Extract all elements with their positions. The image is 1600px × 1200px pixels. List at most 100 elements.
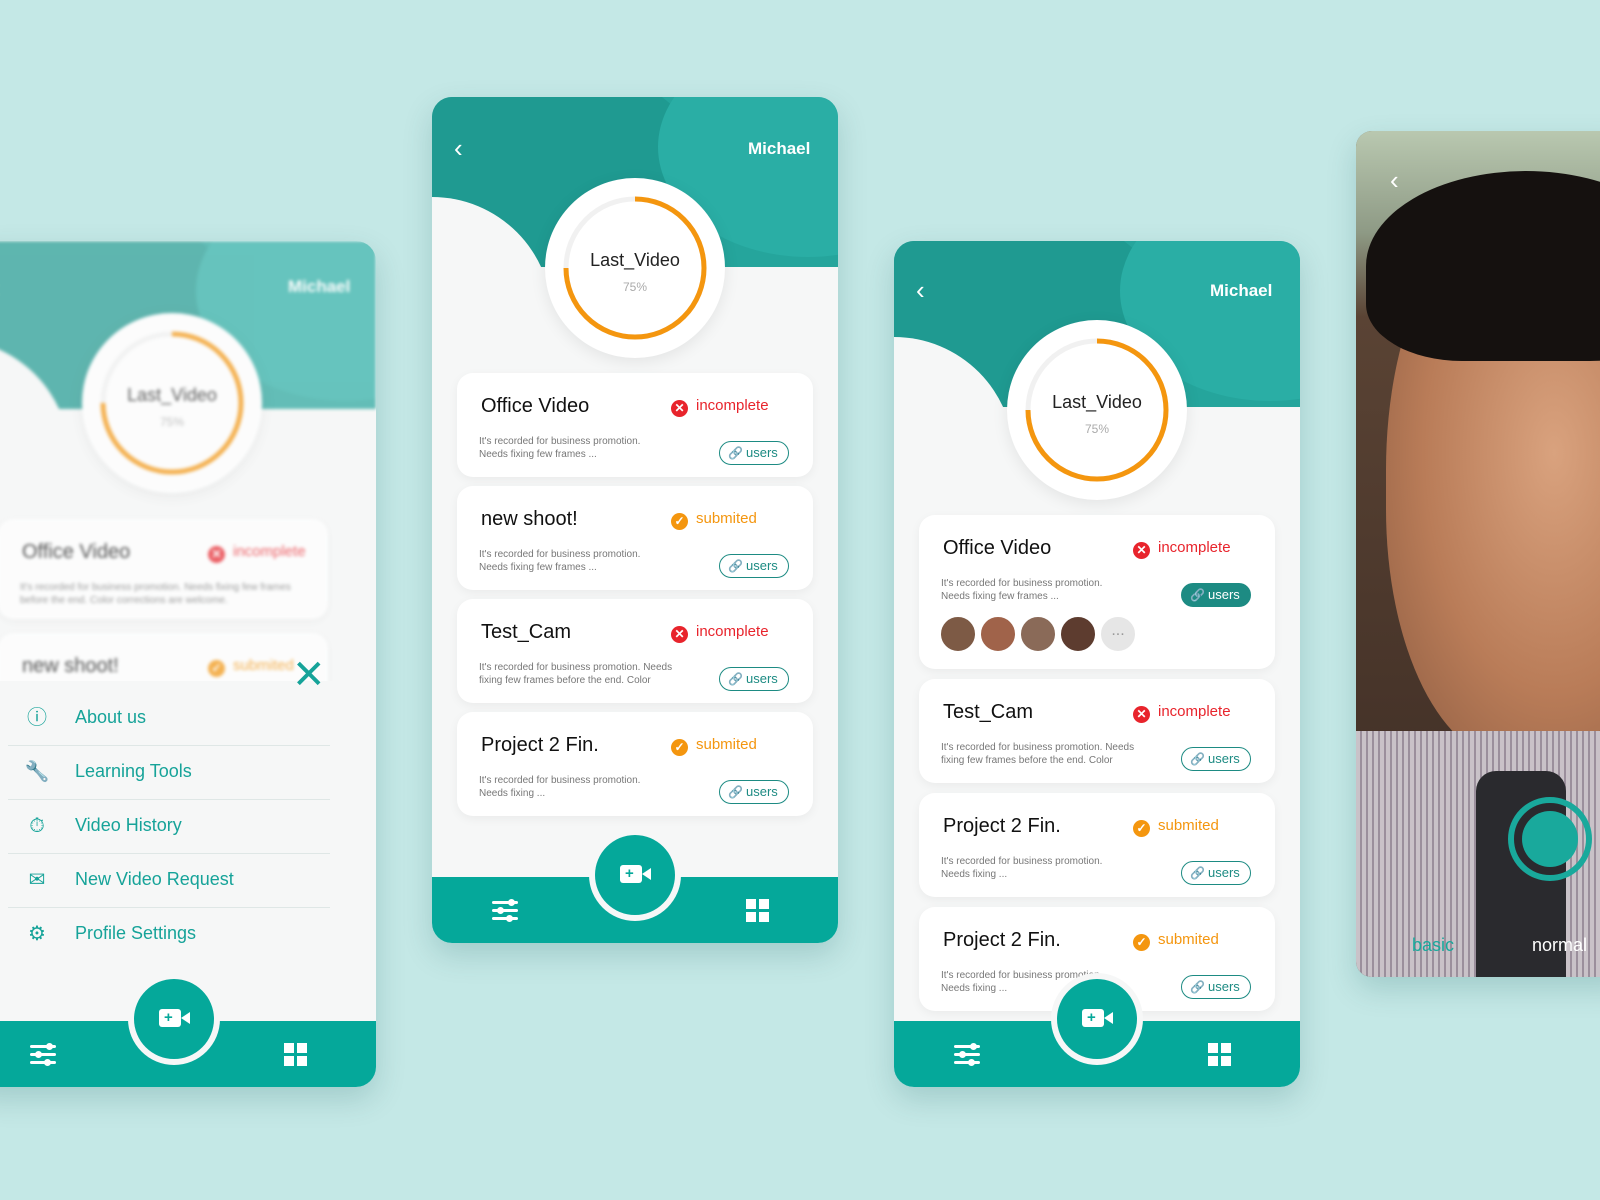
mode-option-normal[interactable]: normal bbox=[1532, 935, 1587, 956]
menu-item-label: Video History bbox=[75, 815, 182, 835]
sliders-icon[interactable] bbox=[492, 899, 518, 922]
link-icon: 🔗 bbox=[728, 672, 743, 686]
card-status: ✓ submited bbox=[671, 510, 757, 530]
video-card[interactable]: Office Video ✕ incomplete It's recorded f… bbox=[457, 373, 813, 477]
user-name: Michael bbox=[1210, 281, 1273, 300]
users-button[interactable]: 🔗 users bbox=[719, 667, 789, 691]
link-icon: 🔗 bbox=[1190, 980, 1205, 994]
gear-icon: ⚙ bbox=[28, 923, 46, 945]
card-description: It's recorded for business promotion. Ne… bbox=[479, 662, 673, 686]
more-avatars-button[interactable]: ... bbox=[1099, 615, 1137, 653]
avatar[interactable] bbox=[1059, 615, 1097, 653]
card-status: ✕ incomplete bbox=[1133, 539, 1231, 559]
last-video-percent: 75% bbox=[1084, 422, 1110, 436]
video-card[interactable]: Office Video ✕ incomplete It's recorded f… bbox=[0, 519, 328, 619]
record-button-wrap: + bbox=[589, 829, 681, 921]
card-status: ✓ submited bbox=[671, 736, 757, 756]
check-circle-icon: ✓ bbox=[1133, 934, 1150, 951]
check-circle-icon: ✓ bbox=[208, 660, 225, 677]
user-name: Michael bbox=[288, 277, 351, 296]
avatar[interactable] bbox=[979, 615, 1017, 653]
record-button[interactable]: + bbox=[1057, 979, 1137, 1059]
card-description: It's recorded for business promotion. Nee… bbox=[479, 775, 641, 799]
video-camera-plus-icon: + bbox=[1082, 1009, 1113, 1027]
users-button[interactable]: 🔗 users bbox=[1181, 747, 1251, 771]
shutter-button[interactable] bbox=[1508, 797, 1592, 881]
video-camera-plus-icon: + bbox=[159, 1009, 190, 1027]
card-title: Test_Cam bbox=[943, 701, 1034, 723]
users-button[interactable]: 🔗 users bbox=[719, 780, 789, 804]
screen-video-list: ‹ Michael Last_Video 75% Office Video ✕ i… bbox=[432, 97, 838, 943]
link-icon: 🔗 bbox=[728, 446, 743, 460]
record-button[interactable]: + bbox=[134, 979, 214, 1059]
last-video-progress: Last_Video 75% bbox=[82, 313, 262, 493]
last-video-title: Last_Video bbox=[590, 250, 680, 270]
link-icon: 🔗 bbox=[1190, 588, 1205, 602]
side-menu: ✕ ⓘ About us 🔧 Learning Tools ⏱ Video Hi… bbox=[0, 655, 376, 1001]
card-status: ✓ submited bbox=[1133, 817, 1219, 837]
menu-item-label: New Video Request bbox=[75, 869, 234, 889]
video-camera-plus-icon: + bbox=[620, 865, 651, 883]
menu-item-about-us[interactable]: ⓘ About us bbox=[8, 693, 330, 746]
users-button[interactable]: 🔗 users bbox=[1181, 861, 1251, 885]
card-status: ✕ incomplete bbox=[671, 397, 769, 417]
avatar[interactable] bbox=[1019, 615, 1057, 653]
x-circle-icon: ✕ bbox=[1133, 706, 1150, 723]
card-status: ✓ submited bbox=[1133, 931, 1219, 951]
mail-icon: ✉ bbox=[28, 869, 46, 891]
menu-item-new-video-request[interactable]: ✉ New Video Request bbox=[8, 855, 330, 908]
users-button[interactable]: 🔗 users bbox=[1181, 975, 1251, 999]
stopwatch-icon: ⏱ bbox=[29, 815, 45, 837]
close-icon[interactable]: ✕ bbox=[292, 655, 326, 695]
screen-video-list-expanded: ‹ Michael Last_Video 75% Office Video ✕ i… bbox=[894, 241, 1300, 1087]
back-chevron-icon[interactable]: ‹ bbox=[916, 277, 925, 303]
card-status: ✓ submited bbox=[208, 657, 294, 677]
grid-icon[interactable] bbox=[284, 1043, 308, 1067]
card-title: new shoot! bbox=[481, 508, 578, 530]
card-description: It's recorded for business promotion. Ne… bbox=[941, 742, 1135, 766]
menu-item-profile-settings[interactable]: ⚙ Profile Settings bbox=[8, 909, 330, 961]
sliders-icon[interactable] bbox=[30, 1043, 56, 1066]
card-description: It's recorded for business promotion. Nee… bbox=[479, 549, 641, 573]
users-button-active[interactable]: 🔗 users bbox=[1181, 583, 1251, 607]
link-icon: 🔗 bbox=[1190, 752, 1205, 766]
screen-menu: ‹ Michael Last_Video 75% Office Video ✕i… bbox=[0, 241, 376, 1087]
info-icon: ⓘ bbox=[27, 707, 47, 729]
menu-item-learning-tools[interactable]: 🔧 Learning Tools bbox=[8, 747, 330, 800]
card-description: It's recorded for business promotion. Nee… bbox=[941, 856, 1103, 880]
users-button[interactable]: 🔗 users bbox=[719, 441, 789, 465]
menu-item-label: Learning Tools bbox=[75, 761, 192, 781]
record-button-wrap: + bbox=[128, 973, 220, 1065]
menu-item-video-history[interactable]: ⏱ Video History bbox=[8, 801, 330, 854]
grid-icon[interactable] bbox=[746, 899, 770, 923]
avatar[interactable] bbox=[939, 615, 977, 653]
video-card-expanded[interactable]: Office Video ✕ incomplete It's recorded f… bbox=[919, 515, 1275, 669]
link-icon: 🔗 bbox=[728, 785, 743, 799]
card-description: It's recorded for business promotion. Ne… bbox=[20, 582, 291, 606]
video-card[interactable]: Test_Cam ✕ incomplete It's recorded for b… bbox=[457, 599, 813, 703]
sliders-icon[interactable] bbox=[954, 1043, 980, 1066]
video-card[interactable]: Test_Cam ✕ incomplete It's recorded for b… bbox=[919, 679, 1275, 783]
check-circle-icon: ✓ bbox=[671, 513, 688, 530]
card-status: ✕ incomplete bbox=[1133, 703, 1231, 723]
link-icon: 🔗 bbox=[728, 559, 743, 573]
card-title: Project 2 Fin. bbox=[943, 815, 1061, 837]
last-video-progress[interactable]: Last_Video 75% bbox=[1007, 320, 1187, 500]
x-circle-icon: ✕ bbox=[208, 546, 225, 563]
back-chevron-icon[interactable]: ‹ bbox=[1390, 167, 1399, 193]
video-card[interactable]: Project 2 Fin. ✓ submited It's recorded f… bbox=[919, 793, 1275, 897]
video-card[interactable]: Project 2 Fin. ✓ submited It's recorded f… bbox=[457, 712, 813, 816]
users-button[interactable]: 🔗 users bbox=[719, 554, 789, 578]
back-chevron-icon[interactable]: ‹ bbox=[454, 135, 463, 161]
grid-icon[interactable] bbox=[1208, 1043, 1232, 1067]
last-video-percent: 75% bbox=[159, 415, 185, 429]
mode-option-basic[interactable]: basic bbox=[1412, 935, 1454, 956]
last-video-progress[interactable]: Last_Video 75% bbox=[545, 178, 725, 358]
wrench-icon: 🔧 bbox=[24, 761, 50, 783]
record-button[interactable]: + bbox=[595, 835, 675, 915]
card-title: Office Video bbox=[22, 541, 131, 563]
video-card[interactable]: new shoot! ✓ submited It's recorded for b… bbox=[457, 486, 813, 590]
last-video-title: Last_Video bbox=[127, 385, 217, 405]
card-status: ✕ incomplete bbox=[208, 543, 306, 563]
card-title: Office Video bbox=[943, 537, 1052, 559]
